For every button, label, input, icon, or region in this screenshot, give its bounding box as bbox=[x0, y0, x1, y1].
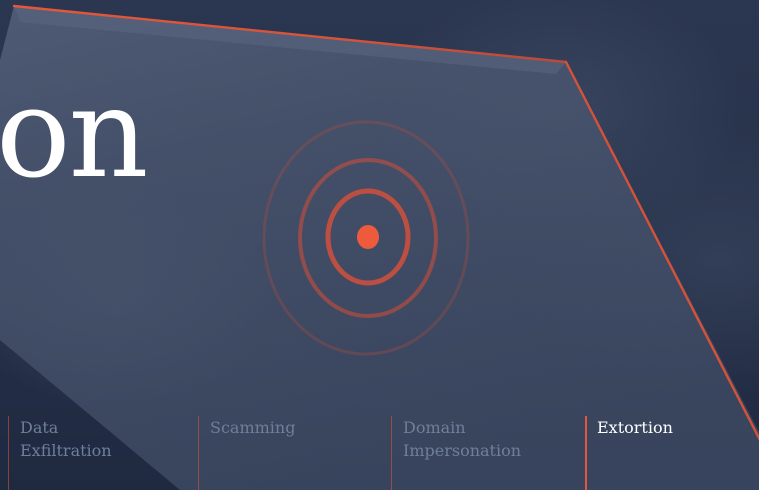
nav-item-scamming[interactable]: Scamming bbox=[198, 416, 378, 490]
hero-title-fragment: on bbox=[0, 62, 149, 206]
nav-item-label: Data bbox=[20, 418, 59, 437]
hero-section: on Data Exfiltration Scamming Domain Imp… bbox=[0, 0, 759, 490]
nav-item-data-exfiltration[interactable]: Data Exfiltration bbox=[8, 416, 188, 490]
nav-divider bbox=[8, 416, 9, 490]
nav-item-label-line2: Exfiltration bbox=[20, 441, 112, 460]
nav-item-label-line2: Impersonation bbox=[403, 441, 522, 460]
nav-divider bbox=[391, 416, 392, 490]
nav-item-label: Extortion bbox=[597, 418, 673, 437]
category-nav: Data Exfiltration Scamming Domain Impers… bbox=[0, 410, 759, 490]
nav-item-label: Scamming bbox=[210, 418, 296, 437]
nav-item-domain-impersonation[interactable]: Domain Impersonation bbox=[391, 416, 571, 490]
nav-item-extortion[interactable]: Extortion bbox=[585, 416, 755, 490]
nav-divider bbox=[198, 416, 199, 490]
nav-divider-active bbox=[585, 416, 587, 490]
nav-item-label: Domain bbox=[403, 418, 466, 437]
